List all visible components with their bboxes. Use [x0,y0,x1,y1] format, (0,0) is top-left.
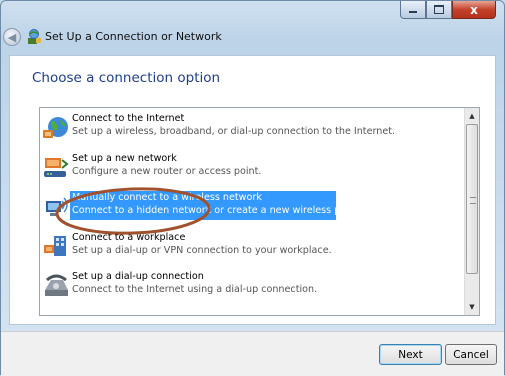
scroll-up-icon[interactable]: ▲ [465,109,479,123]
globe-network-icon [43,117,68,138]
wireless-network-icon [46,197,68,216]
list-scrollbar[interactable]: ▲ ▼ [464,108,479,315]
content-panel: Choose a connection option Connect to th… [9,55,496,325]
grip-icon [470,197,476,204]
window-title: Set Up a Connection or Network [45,30,222,43]
option-description: Set up a wireless, broadband, or dial-up… [72,126,396,137]
option-connect-internet[interactable]: Connect to the Internet Set up a wireles… [42,112,462,146]
back-arrow-icon: ◀ [7,30,17,44]
dialup-phone-icon [45,274,68,296]
option-title: Manually connect to a wireless network [72,192,262,203]
option-dialup[interactable]: Set up a dial-up connection Connect to t… [42,270,462,304]
option-title: Set up a new network [72,153,177,164]
option-manual-wireless[interactable]: Manually connect to a wireless network C… [42,191,462,225]
maximize-icon [434,5,444,14]
scroll-thumb[interactable] [466,124,478,274]
close-button[interactable]: x [452,1,496,19]
option-description: Connect to the Internet using a dial-up … [72,284,318,295]
option-title: Connect to a workplace [72,232,186,243]
option-new-network[interactable]: Set up a new network Configure a new rou… [42,152,462,186]
dialog-footer: Next Cancel [1,331,504,376]
page-heading: Choose a connection option [32,70,221,86]
option-description: Configure a new router or access point. [72,166,262,177]
workplace-icon [44,236,66,256]
next-button[interactable]: Next [379,344,442,365]
option-title: Connect to the Internet [72,113,185,124]
cancel-button[interactable]: Cancel [445,344,497,365]
router-icon [44,158,69,177]
option-title: Set up a dial-up connection [72,271,204,282]
caption-buttons: x [400,1,496,19]
maximize-button[interactable] [426,1,452,19]
dialog-window: x ◀ Set Up a Connection or Network Choos… [0,0,505,376]
option-description: Connect to a hidden network or create a … [72,205,368,216]
connection-options-list: Connect to the Internet Set up a wireles… [39,107,480,316]
option-workplace[interactable]: Connect to a workplace Set up a dial-up … [42,231,462,265]
minimize-button[interactable] [400,1,426,19]
minimize-icon [409,11,417,13]
back-button[interactable]: ◀ [3,28,21,46]
option-description: Set up a dial-up or VPN connection to yo… [72,245,332,256]
close-icon: x [470,2,478,17]
scroll-down-icon[interactable]: ▼ [465,300,479,314]
network-setup-icon [28,29,41,44]
